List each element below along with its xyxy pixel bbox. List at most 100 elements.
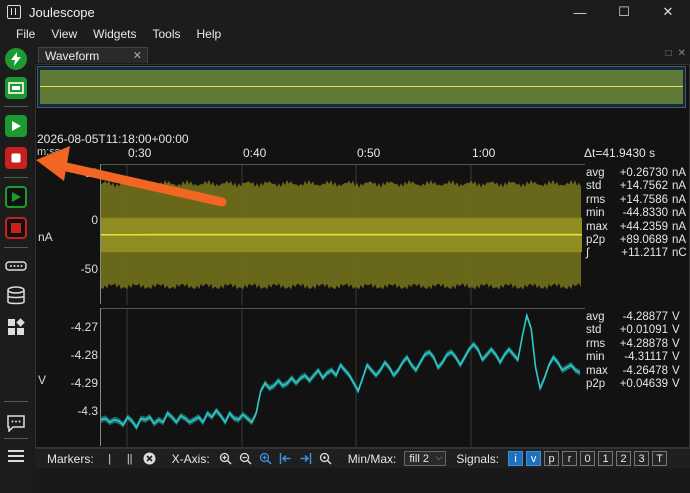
stat-unit: V (672, 311, 680, 323)
timestamp: 2026-08-05T11:18:00+00:00 (37, 132, 189, 146)
current-plot[interactable] (100, 164, 585, 305)
signal-button-v[interactable]: v (526, 451, 542, 466)
tab-close-icon[interactable]: ✕ (133, 49, 142, 62)
minimize-button[interactable]: — (558, 0, 602, 24)
overview-band (40, 70, 683, 104)
stat-unit: nA (672, 234, 687, 247)
device-icon[interactable] (5, 255, 27, 277)
stat-name: ∫ (586, 247, 590, 260)
signal-button-p[interactable]: p (544, 451, 560, 466)
voltage-y-tick: -4.28 (70, 348, 98, 362)
widgets-icon[interactable] (5, 316, 27, 338)
zoom-range-icon[interactable] (319, 452, 333, 466)
stat-val: +14.7586 (619, 193, 668, 206)
play-icon[interactable] (5, 115, 27, 137)
markers-label: Markers: (47, 451, 94, 466)
signal-button-1[interactable]: 1 (598, 451, 614, 466)
menu-file[interactable]: File (8, 27, 43, 41)
jump-end-icon[interactable] (299, 452, 313, 466)
stat-name: std (586, 180, 602, 193)
stat-name: std (586, 324, 602, 337)
stat-val: +0.26730 (619, 167, 668, 179)
signals-label: Signals: (456, 451, 500, 466)
stat-name: avg (586, 167, 605, 179)
stat-val: -44.8330 (622, 207, 668, 220)
maximize-button[interactable]: ☐ (602, 0, 646, 24)
stop-icon[interactable] (5, 147, 27, 169)
signal-button-r[interactable]: r (562, 451, 578, 466)
voltage-y-tick: -4.29 (70, 376, 98, 390)
minmax-label: Min/Max: (347, 451, 397, 466)
tab-bar: Waveform ✕ □ ✕ (33, 44, 690, 64)
x-axis-unit: m:ss (37, 146, 61, 158)
chevron-down-icon: ⌵ (435, 452, 443, 462)
signal-button-i[interactable]: i (508, 451, 524, 466)
stat-val: +14.7562 (619, 180, 668, 193)
jump-start-icon[interactable] (279, 452, 293, 466)
stat-name: rms (586, 337, 606, 350)
menu-help[interactable]: Help (189, 27, 230, 41)
title-bar: Joulescope — ☐ ✕ (0, 0, 690, 24)
menu-view[interactable]: View (43, 27, 85, 41)
stat-val: +89.0689 (619, 234, 668, 247)
signal-button-3[interactable]: 3 (634, 451, 650, 466)
stat-row: max -4.26478 V (586, 365, 690, 378)
current-y-unit: nA (38, 230, 53, 244)
clear-markers-icon[interactable] (143, 452, 157, 466)
stat-row: std +14.7562 nA (586, 180, 690, 193)
voltage-series-line (100, 312, 581, 430)
signal-button-2[interactable]: 2 (616, 451, 632, 466)
stat-row: rms +14.7586 nA (586, 194, 690, 207)
voltage-envelope (101, 312, 580, 431)
menu-bar: File View Widgets Tools Help (0, 24, 690, 44)
dock-float-icon[interactable]: □ (666, 48, 672, 59)
stat-val: +0.04639 (619, 378, 668, 391)
stat-unit: nA (672, 207, 687, 220)
menu-icon[interactable] (5, 445, 27, 467)
chat-icon[interactable] (5, 412, 27, 434)
dual-marker-button[interactable]: || (123, 452, 137, 466)
voltage-y-unit: V (38, 373, 47, 387)
stat-unit: V (672, 337, 680, 350)
stat-name: min (586, 351, 605, 364)
xaxis-label: X-Axis: (171, 451, 210, 466)
chip-icon[interactable] (5, 77, 27, 99)
signal-button-T[interactable]: T (652, 451, 668, 466)
stat-unit: V (672, 351, 680, 364)
left-toolbar (0, 44, 33, 493)
menu-tools[interactable]: Tools (145, 27, 189, 41)
voltage-plot[interactable] (100, 308, 585, 447)
stat-row: avg -4.28877 V (586, 311, 690, 324)
x-tick-label: 0:40 (243, 146, 267, 160)
menu-widgets[interactable]: Widgets (85, 27, 144, 41)
stat-val: +11.2117 (621, 247, 668, 260)
stat-name: max (586, 364, 608, 377)
record-stop-icon[interactable] (5, 217, 27, 239)
zoom-in-icon[interactable] (219, 452, 233, 466)
single-marker-button[interactable]: | (103, 452, 117, 466)
zoom-out-icon[interactable] (239, 452, 253, 466)
tab-waveform[interactable]: Waveform ✕ (38, 47, 148, 63)
lightning-icon[interactable] (5, 48, 27, 70)
stat-val: +0.01091 (619, 324, 668, 337)
stat-name: p2p (586, 378, 606, 391)
overview-current-line (40, 86, 683, 87)
stat-row: p2p +89.0689 nA (586, 234, 690, 247)
bottom-strip (33, 468, 690, 493)
overview-strip[interactable] (37, 66, 686, 108)
x-tick-label: 0:50 (357, 146, 381, 160)
stat-unit: nC (672, 247, 687, 260)
minmax-select[interactable]: fill 2 ⌵ (404, 451, 447, 466)
record-play-icon[interactable] (5, 186, 27, 208)
stat-name: p2p (586, 234, 606, 247)
stat-unit: nA (672, 167, 687, 179)
close-button[interactable]: ✕ (646, 0, 690, 24)
stat-row: rms +4.28878 V (586, 338, 690, 351)
dock-close-icon[interactable]: ✕ (678, 48, 686, 59)
zoom-all-icon[interactable] (259, 452, 273, 466)
app-title: Joulescope (29, 4, 95, 20)
stat-unit: V (672, 378, 680, 391)
database-icon[interactable] (5, 285, 27, 307)
stat-row: min -44.8330 nA (586, 207, 690, 220)
signal-button-0[interactable]: 0 (580, 451, 596, 466)
